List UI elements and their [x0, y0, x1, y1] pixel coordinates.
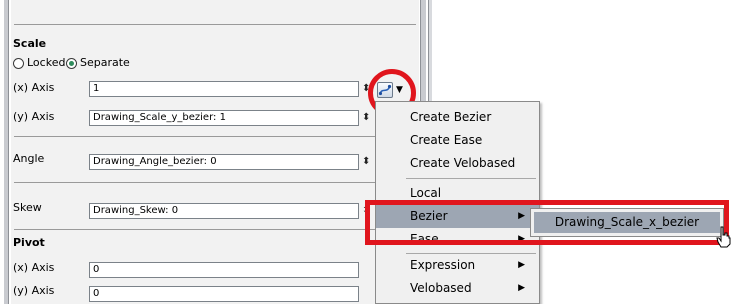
angle-spinner[interactable]: ⬍	[362, 157, 370, 167]
panel-content: Scale Locked Separate (x) Axis 1 ⬍ (y) A…	[11, 0, 419, 304]
divider	[14, 24, 416, 25]
angle-field[interactable]: Drawing_Angle_bezier: 0	[89, 154, 359, 170]
menu-item-expression[interactable]: Expression ▶	[376, 254, 539, 277]
separate-label: Separate	[80, 56, 130, 69]
angle-label: Angle	[13, 152, 45, 165]
menu-item-label: Expression	[410, 258, 476, 272]
menu-item-label: Local	[410, 186, 442, 200]
divider	[14, 182, 416, 183]
pivot-y-axis-label: (y) Axis	[13, 284, 55, 297]
locked-radio[interactable]	[13, 58, 24, 69]
scale-y-axis-field[interactable]: Drawing_Scale_y_bezier: 1	[89, 110, 359, 126]
scale-y-axis-label: (y) Axis	[13, 110, 55, 123]
menu-item-create-velobased[interactable]: Create Velobased	[376, 152, 539, 175]
menu-item-label: Create Velobased	[410, 156, 516, 170]
submenu-arrow-icon: ▶	[518, 260, 525, 270]
pivot-section-title: Pivot	[13, 236, 45, 249]
pivot-y-axis-field[interactable]: 0	[89, 286, 359, 302]
menu-item-create-ease[interactable]: Create Ease	[376, 129, 539, 152]
layer-properties-panel: Scale Locked Separate (x) Axis 1 ⬍ (y) A…	[0, 0, 436, 304]
scale-section-title: Scale	[13, 37, 47, 50]
menu-item-velobased[interactable]: Velobased ▶	[376, 277, 539, 300]
skew-field[interactable]: Drawing_Skew: 0	[89, 203, 359, 219]
locked-label: Locked	[27, 56, 66, 69]
highlight-rectangle	[365, 200, 729, 245]
scale-x-axis-label: (x) Axis	[13, 81, 55, 94]
menu-separator	[406, 178, 536, 179]
divider	[14, 136, 416, 137]
menu-item-create-bezier[interactable]: Create Bezier	[376, 106, 539, 129]
skew-label: Skew	[13, 201, 42, 214]
scale-y-spinner[interactable]: ⬍	[362, 113, 370, 123]
menu-item-label: Create Bezier	[410, 110, 492, 124]
submenu-arrow-icon: ▶	[518, 283, 525, 293]
separate-radio[interactable]	[66, 58, 77, 69]
pivot-x-axis-label: (x) Axis	[13, 261, 55, 274]
divider	[14, 229, 416, 230]
hand-cursor-icon	[716, 226, 731, 248]
scale-x-axis-field[interactable]: 1	[89, 81, 359, 97]
menu-item-label: Create Ease	[410, 133, 483, 147]
pivot-x-axis-field[interactable]: 0	[89, 262, 359, 278]
panel-left-border	[4, 0, 9, 304]
menu-item-label: Velobased	[410, 281, 472, 295]
